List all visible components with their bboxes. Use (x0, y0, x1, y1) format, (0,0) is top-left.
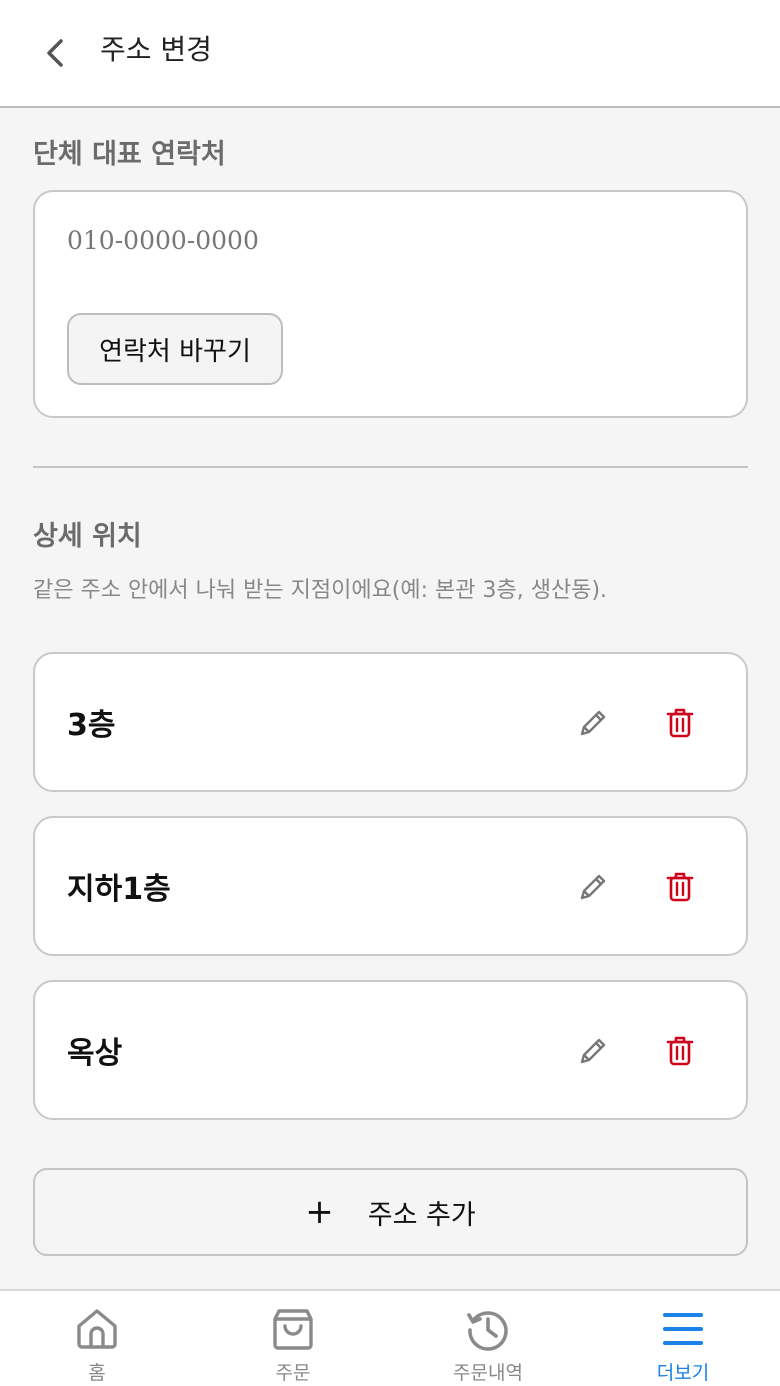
delete-location-button[interactable] (662, 704, 698, 742)
delete-location-button[interactable] (662, 1032, 698, 1070)
shopping-bag-icon (273, 1308, 313, 1350)
pencil-icon (580, 874, 606, 900)
contact-phone-value: 010-0000-0000 (67, 226, 259, 255)
nav-label: 주문내역 (453, 1362, 523, 1384)
change-contact-button[interactable]: 연락처 바꾸기 (67, 313, 283, 385)
chevron-left-icon (47, 39, 63, 67)
page-title: 주소 변경 (100, 33, 212, 66)
pencil-icon (580, 1038, 606, 1064)
back-button[interactable] (36, 34, 74, 72)
trash-icon (666, 872, 694, 902)
locations-section-title: 상세 위치 (33, 521, 142, 552)
pencil-icon (580, 710, 606, 736)
delete-location-button[interactable] (662, 868, 698, 906)
nav-label: 주문 (275, 1362, 311, 1384)
edit-location-button[interactable] (575, 1032, 611, 1070)
location-item: 옥상 (33, 980, 748, 1120)
section-divider (33, 466, 748, 468)
location-name: 3층 (67, 708, 116, 743)
locations-description: 같은 주소 안에서 나눠 받는 지점이에요(예: 본관 3층, 생산동). (33, 578, 608, 603)
home-icon (77, 1308, 117, 1349)
nav-item-more[interactable]: 더보기 (623, 1305, 743, 1385)
menu-icon (663, 1312, 703, 1345)
trash-icon (666, 708, 694, 738)
add-address-label: 주소 추가 (367, 1199, 476, 1231)
contact-section-title: 단체 대표 연락처 (33, 139, 226, 170)
bottom-navigation: 홈 주문 주문내역 더보기 (0, 1289, 780, 1386)
plus-icon: + (305, 1192, 334, 1232)
nav-item-order[interactable]: 주문 (233, 1305, 353, 1385)
nav-label: 더보기 (656, 1362, 710, 1384)
edit-location-button[interactable] (575, 704, 611, 742)
contact-card: 010-0000-0000 연락처 바꾸기 (33, 190, 748, 418)
trash-icon (666, 1036, 694, 1066)
location-item: 지하1층 (33, 816, 748, 956)
history-icon (467, 1310, 508, 1351)
add-address-button[interactable]: + 주소 추가 (33, 1168, 748, 1256)
nav-item-home[interactable]: 홈 (37, 1305, 157, 1385)
edit-location-button[interactable] (575, 868, 611, 906)
nav-item-order-history[interactable]: 주문내역 (428, 1305, 548, 1385)
location-item: 3층 (33, 652, 748, 792)
location-name: 옥상 (67, 1036, 123, 1071)
location-name: 지하1층 (67, 872, 171, 907)
nav-label: 홈 (88, 1362, 106, 1384)
app-header: 주소 변경 (0, 0, 780, 108)
